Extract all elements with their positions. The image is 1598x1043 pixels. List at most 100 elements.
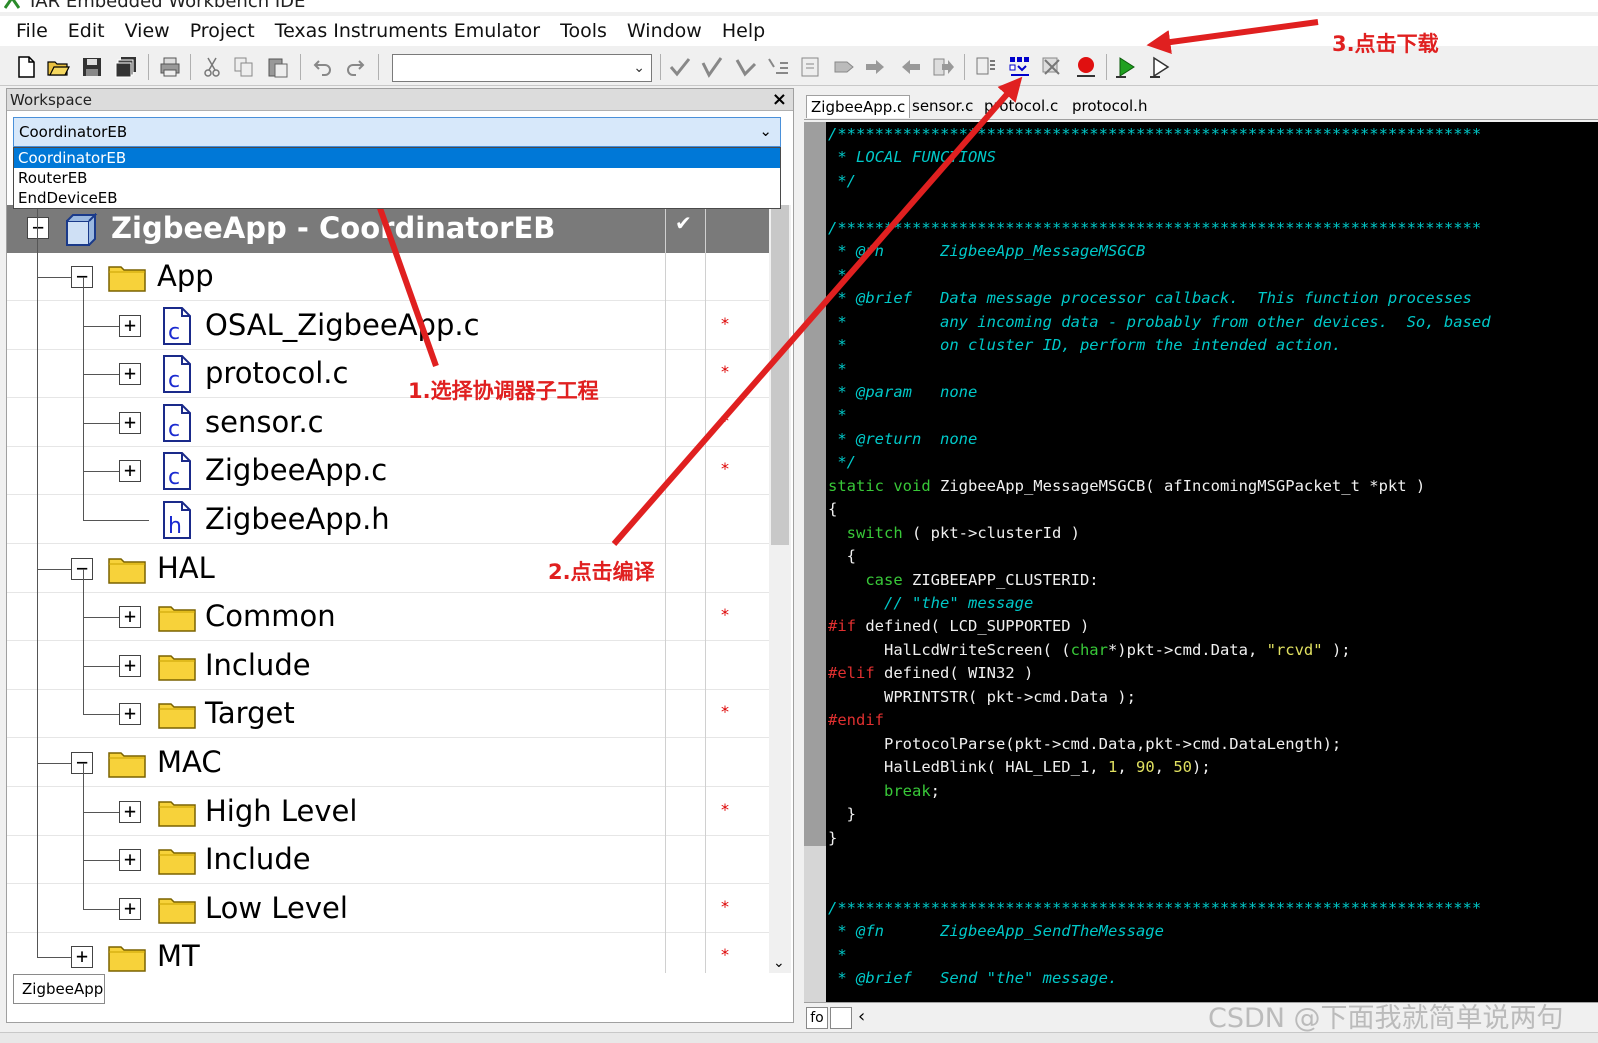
open-button[interactable] [44,53,72,81]
expand-icon[interactable]: + [119,800,141,823]
tree-row-osal-zigbeeapp-c[interactable]: + c OSAL_ZigbeeApp.c * [7,302,769,350]
next-bookmark-button[interactable] [862,53,890,81]
tree-row-app[interactable]: − App [7,253,769,301]
tree-connector [83,860,119,862]
code-line: * @fn ZigbeeApp_MessageMSGCB [828,239,1145,263]
tree-row-sensor-c[interactable]: + c sensor.c * [7,399,769,447]
svg-text:c: c [168,417,180,442]
menu-file[interactable]: File [6,20,58,42]
menu-tools[interactable]: Tools [550,20,617,42]
find-combo[interactable]: ⌄ [392,54,652,82]
code-token: #if [828,617,856,636]
expand-icon[interactable]: + [119,411,141,434]
tree-connector [37,568,71,570]
option-end-device[interactable]: EndDeviceEB [14,188,780,208]
option-coordinator[interactable]: CoordinatorEB [14,148,780,168]
download-and-debug-button[interactable] [1112,53,1140,81]
navigate-forward-button[interactable] [930,53,958,81]
tab-protocol-h[interactable]: protocol.h [1068,95,1151,117]
stop-build-button[interactable] [1038,53,1066,81]
navigate-back-button[interactable] [896,53,924,81]
tree-row-mac[interactable]: − MAC [7,739,769,787]
make-button[interactable] [1006,53,1034,81]
annotation-step3: 3.点击下载 [1332,32,1439,56]
folder-icon [157,893,197,925]
iar-app-icon [4,0,20,9]
save-button[interactable] [78,53,106,81]
new-file-button[interactable] [12,53,40,81]
find-next-button[interactable] [698,53,726,81]
menu-view[interactable]: View [115,20,180,42]
tree-row-zigbeeapp-c[interactable]: + c ZigbeeApp.c * [7,447,769,496]
c-file-icon: c [161,403,193,443]
expand-icon[interactable]: + [119,460,141,483]
tab-zigbeeapp-c[interactable]: ZigbeeApp.c [806,95,911,118]
find-prev-button[interactable] [732,53,760,81]
print-button[interactable] [156,53,184,81]
cut-button[interactable] [198,53,226,81]
save-all-button[interactable] [112,53,140,81]
goto-button[interactable] [796,53,824,81]
tree-row-include[interactable]: + Include [7,836,769,885]
expand-icon[interactable]: + [119,849,141,872]
tree-row-protocol-c[interactable]: + c protocol.c * [7,350,769,399]
tab-sensor-c[interactable]: sensor.c [908,95,977,117]
compile-button[interactable] [972,53,1000,81]
tree-row-zigbeeapp-h[interactable]: h ZigbeeApp.h [7,496,769,544]
find-button[interactable] [666,53,694,81]
copy-button[interactable] [230,53,258,81]
svg-text:h: h [168,514,182,539]
code-area[interactable]: /***************************************… [828,122,1598,1002]
workspace-scrollbar[interactable]: ⌄ [769,205,791,973]
configuration-select[interactable]: CoordinatorEB ⌄ [13,117,781,147]
collapse-icon[interactable]: − [71,752,93,774]
tab-protocol-c[interactable]: protocol.c [980,95,1062,117]
function-box[interactable]: fo [806,1007,828,1029]
menu-project[interactable]: Project [180,20,265,42]
undo-button[interactable] [308,53,336,81]
chevron-down-icon[interactable]: ⌄ [773,955,785,971]
bookmark-button[interactable] [830,53,858,81]
file-tree: − App + c OSAL_ZigbeeApp.c * + c protocol.c * + c se… [7,205,769,973]
tree-connector [83,811,119,813]
tree-guide [37,205,38,958]
gutter-band [804,846,826,1002]
code-editor[interactable]: /***************************************… [804,122,1598,1002]
expand-icon[interactable]: + [71,946,93,969]
menu-help[interactable]: Help [712,20,775,42]
toggle-breakpoint-button[interactable] [1072,53,1100,81]
collapse-icon[interactable]: − [71,557,93,580]
tree-row-low-level[interactable]: + Low Level * [7,885,769,933]
replace-button[interactable] [764,53,792,81]
chevron-left-icon[interactable]: ‹ [858,1006,865,1027]
scrollbar-thumb[interactable] [771,205,789,545]
annotation-step2: 2.点击编译 [548,560,655,584]
workspace-tab-zigbeeapp[interactable]: ZigbeeApp [13,974,105,1004]
expand-icon[interactable]: + [119,314,141,337]
collapse-icon[interactable]: − [71,266,93,288]
menu-ti-emulator[interactable]: Texas Instruments Emulator [265,20,550,42]
menu-window[interactable]: Window [617,20,712,42]
menu-edit[interactable]: Edit [58,20,115,42]
tree-row-include[interactable]: + Include [7,642,769,690]
code-token: WPRINTSTR( pkt->cmd.Data ); [828,687,1136,706]
tree-row-mt[interactable]: + MT * [7,933,769,973]
expand-icon[interactable]: + [119,654,141,677]
stop-build-icon [1042,57,1060,75]
debug-without-download-button[interactable] [1146,53,1174,81]
tree-row-target[interactable]: + Target * [7,690,769,739]
expand-icon[interactable]: + [119,363,141,386]
editor-box[interactable] [830,1007,852,1029]
expand-icon[interactable]: + [119,897,141,920]
expand-icon[interactable]: + [119,606,141,629]
redo-button[interactable] [342,53,370,81]
code-token: * [828,945,847,964]
tree-row-high-level[interactable]: + High Level * [7,788,769,836]
option-router[interactable]: RouterEB [14,168,780,188]
c-file-icon: c [161,451,193,491]
paste-button[interactable] [264,53,292,81]
navigate-back-icon [902,60,920,74]
tree-row-common[interactable]: + Common * [7,593,769,642]
close-icon[interactable]: × [772,89,787,110]
expand-icon[interactable]: + [119,703,141,726]
